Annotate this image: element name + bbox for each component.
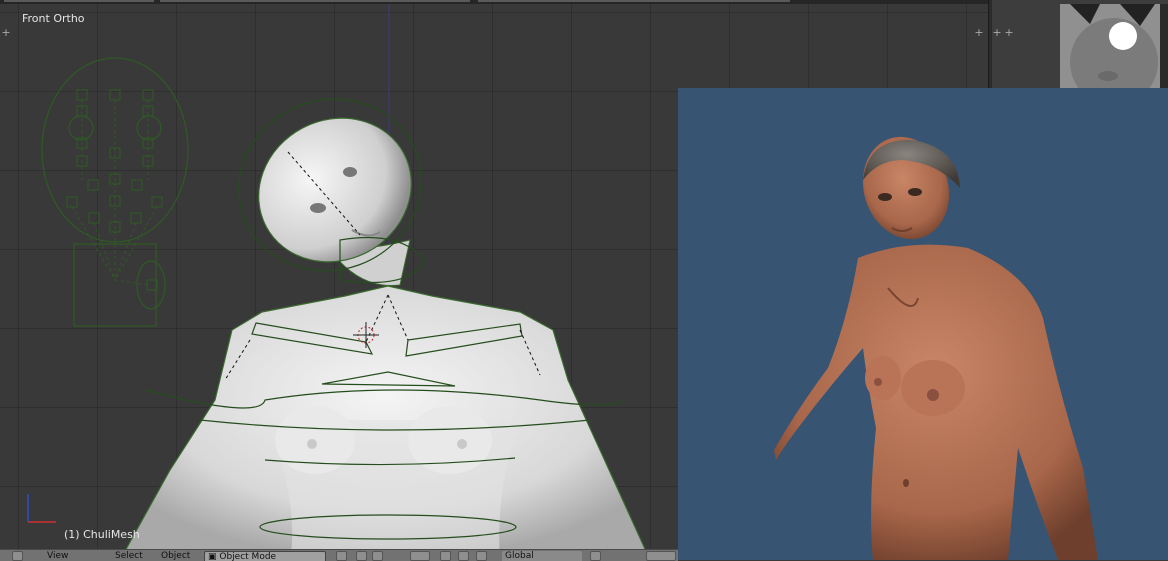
face-rig-controller	[41, 57, 189, 327]
character-mesh	[119, 117, 651, 560]
render-preview-panel	[678, 88, 1168, 560]
area-split-top-left-icon[interactable]: +	[1, 27, 11, 38]
active-object-label: (1) ChuliMesh	[64, 528, 140, 541]
viewport-header-bar: View Select Object ▣ Object Mode Global	[0, 549, 678, 561]
area-split-icon[interactable]: +	[992, 27, 1002, 38]
rendered-character-image	[774, 136, 1098, 560]
view-name-label: Front Ortho	[22, 12, 85, 25]
area-split-icon-2[interactable]: +	[1004, 27, 1014, 38]
axis-gizmo	[27, 494, 56, 523]
texture-preview-thumbnail	[1060, 4, 1168, 88]
area-split-top-right-icon[interactable]: +	[974, 27, 984, 38]
